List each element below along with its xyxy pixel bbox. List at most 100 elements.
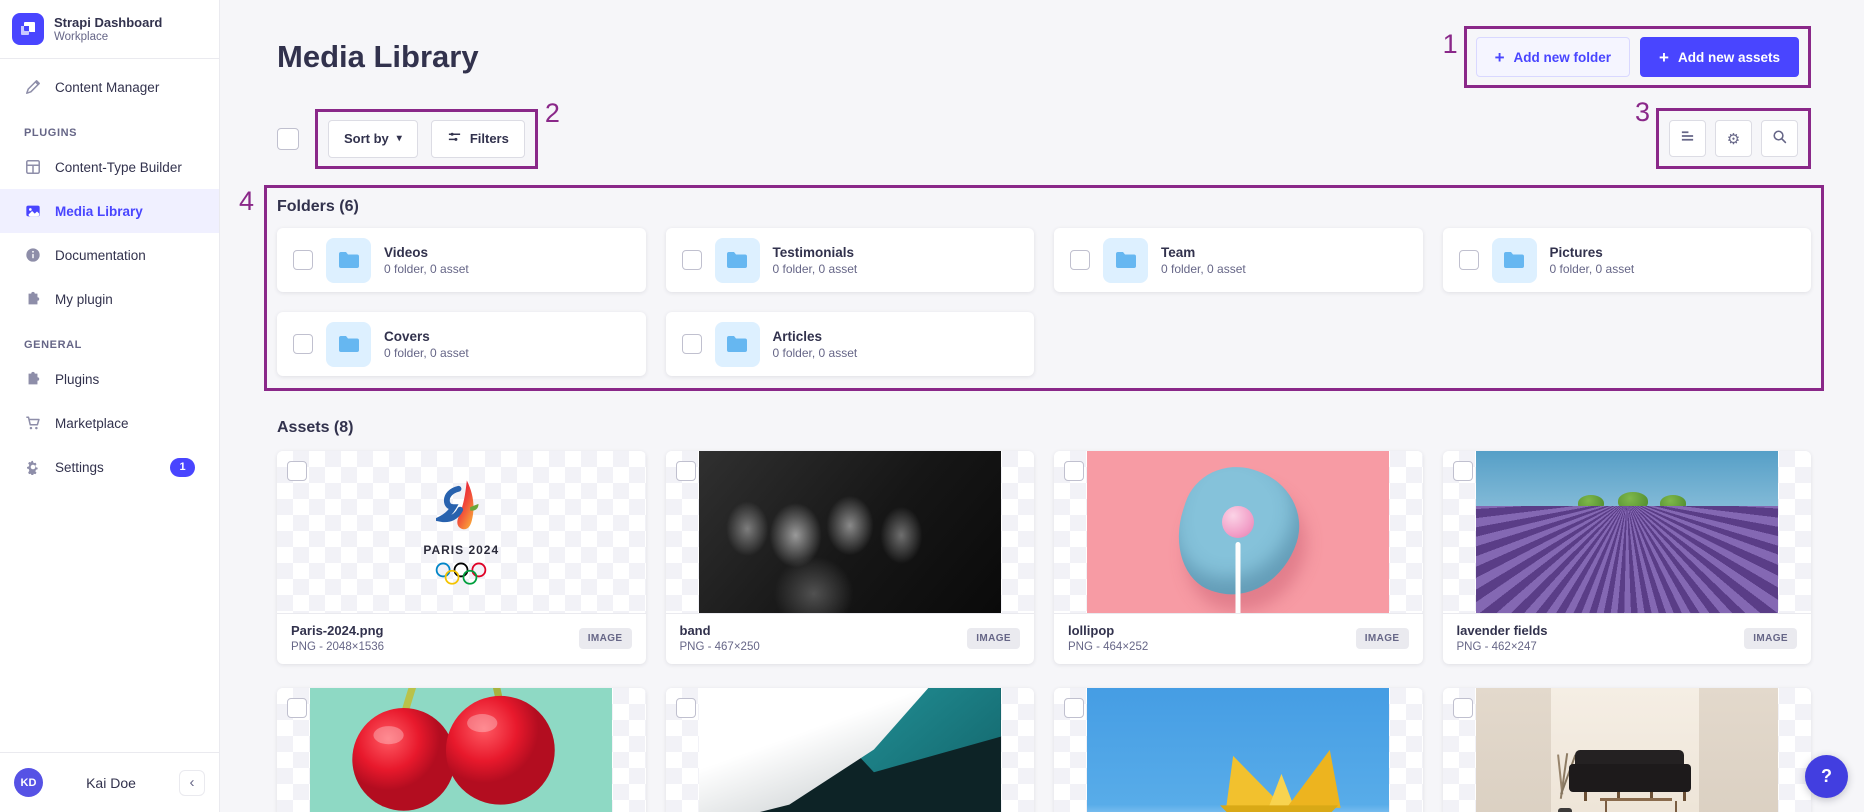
lavender-fields-image [1476,451,1778,613]
asset-card-lollipop[interactable]: lollipop PNG - 464×252 IMAGE [1054,451,1423,664]
sidebar-item-media-library[interactable]: Media Library [0,189,219,233]
media-settings-button[interactable]: ⚙ [1715,120,1752,157]
folders-section-title: Folders (6) [277,192,1811,228]
sort-by-button[interactable]: Sort by ▾ [328,120,418,158]
asset-card-paris-2024[interactable]: PARIS 2024 Paris-2024.png PNG - 204 [277,451,646,664]
asset-meta: PNG - 462×247 [1457,641,1548,653]
annotation-box-2: 2 Sort by ▾ Filters [315,109,538,169]
folder-checkbox[interactable] [293,334,313,354]
layout-grid-icon [24,158,42,176]
help-button[interactable]: ? [1805,755,1848,798]
select-all-checkbox[interactable] [277,128,299,150]
folder-checkbox[interactable] [293,250,313,270]
assets-section: Assets (8) PARIS 2 [277,419,1811,812]
asset-thumbnail [1054,451,1423,613]
avatar[interactable]: KD [14,768,43,797]
brand: Strapi Dashboard Workplace [0,0,219,59]
sidebar-footer: KD Kai Doe ‹ [0,752,219,812]
paris-2024-olympic-logo-image: PARIS 2024 [277,451,646,613]
asset-card-paper-boat[interactable] [1054,688,1423,812]
asset-checkbox[interactable] [287,698,307,718]
asset-checkbox[interactable] [676,698,696,718]
asset-checkbox[interactable] [1064,698,1084,718]
lollipop-image [1087,451,1389,613]
cherries-image [310,688,612,812]
folder-icon [726,251,748,269]
folder-icon [338,335,360,353]
folder-thumb [715,238,760,283]
folder-card-team[interactable]: Team 0 folder, 0 asset [1054,228,1423,292]
sidebar-nav: Content Manager PLUGINS Content-Type Bui… [0,59,219,489]
sidebar-item-content-type-builder[interactable]: Content-Type Builder [0,145,219,189]
folders-section: Folders (6) Videos 0 folder, 0 asset [277,192,1811,376]
asset-thumbnail [666,688,1035,812]
folder-card-pictures[interactable]: Pictures 0 folder, 0 asset [1443,228,1812,292]
folder-checkbox[interactable] [1459,250,1479,270]
folder-card-articles[interactable]: Articles 0 folder, 0 asset [666,312,1035,376]
user-name: Kai Doe [43,775,179,791]
asset-name: lollipop [1068,623,1148,638]
sidebar-item-documentation[interactable]: Documentation [0,233,219,277]
section-label-general: GENERAL [0,321,219,357]
gear-icon: ⚙ [1727,130,1740,148]
folder-meta: 0 folder, 0 asset [773,346,858,360]
sidebar-item-settings[interactable]: Settings 1 [0,445,219,489]
plus-icon: + [1659,49,1669,66]
asset-checkbox[interactable] [1064,461,1084,481]
sidebar-item-label: Marketplace [55,416,195,431]
sidebar-item-label: Content Manager [55,80,195,95]
folder-card-covers[interactable]: Covers 0 folder, 0 asset [277,312,646,376]
asset-card-lavender-fields[interactable]: lavender fields PNG - 462×247 IMAGE [1443,451,1812,664]
workspace-name: Workplace [54,31,162,43]
plus-icon: + [1495,49,1505,66]
paper-wave-image [699,688,1001,812]
folder-icon [726,335,748,353]
asset-footer: band PNG - 467×250 IMAGE [666,613,1035,664]
folder-icon [338,251,360,269]
folder-meta: 0 folder, 0 asset [384,262,469,276]
list-view-button[interactable] [1669,120,1706,157]
sidebar-item-label: Plugins [55,372,195,387]
folder-card-testimonials[interactable]: Testimonials 0 folder, 0 asset [666,228,1035,292]
asset-name: lavender fields [1457,623,1548,638]
paper-boat-image [1087,688,1389,812]
folder-thumb [326,238,371,283]
folder-name: Testimonials [773,245,858,260]
asset-checkbox[interactable] [1453,461,1473,481]
sidebar-item-my-plugin[interactable]: My plugin [0,277,219,321]
folder-checkbox[interactable] [682,334,702,354]
asset-card-sofa[interactable] [1443,688,1812,812]
add-new-assets-button[interactable]: + Add new assets [1640,37,1799,77]
sidebar-item-label: My plugin [55,292,195,307]
folder-grid: Videos 0 folder, 0 asset Testimonials 0 … [277,228,1811,376]
folder-checkbox[interactable] [1070,250,1090,270]
asset-card-band[interactable]: band PNG - 467×250 IMAGE [666,451,1035,664]
pen-icon [24,78,42,96]
asset-checkbox[interactable] [1453,698,1473,718]
asset-footer: Paris-2024.png PNG - 2048×1536 IMAGE [277,613,646,664]
folder-icon [1115,251,1137,269]
filters-button[interactable]: Filters [431,120,525,158]
sidebar-item-plugins[interactable]: Plugins [0,357,219,401]
asset-name: band [680,623,760,638]
collapse-sidebar-button[interactable]: ‹ [179,770,205,796]
asset-checkbox[interactable] [287,461,307,481]
annotation-number-4: 4 [239,188,254,215]
page-header: Media Library 1 + Add new folder + Add n… [277,26,1811,88]
asset-card-paper-wave[interactable] [666,688,1035,812]
search-button[interactable] [1761,120,1798,157]
annotation-number-2: 2 [545,100,560,127]
asset-thumbnail [666,451,1035,613]
section-label-plugins: PLUGINS [0,109,219,145]
folder-card-videos[interactable]: Videos 0 folder, 0 asset [277,228,646,292]
asset-card-cherries[interactable] [277,688,646,812]
folder-checkbox[interactable] [682,250,702,270]
main-content: Media Library 1 + Add new folder + Add n… [220,0,1864,812]
sidebar-item-content-manager[interactable]: Content Manager [0,65,219,109]
asset-thumbnail [1054,688,1423,812]
add-new-folder-button[interactable]: + Add new folder [1476,37,1630,77]
sidebar-item-marketplace[interactable]: Marketplace [0,401,219,445]
search-icon [1772,129,1787,149]
asset-type-badge: IMAGE [967,628,1020,649]
asset-checkbox[interactable] [676,461,696,481]
